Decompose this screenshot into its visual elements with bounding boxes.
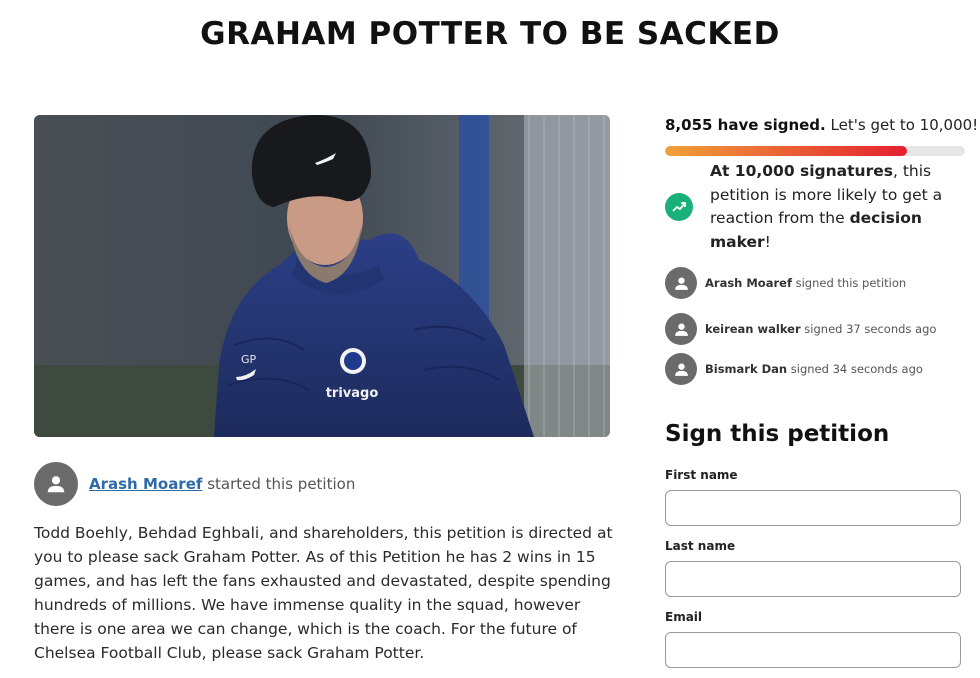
avatar xyxy=(665,353,697,385)
recent-signer: Bismark Dan signed 34 seconds ago xyxy=(665,353,975,385)
petition-description: Todd Boehly, Behdad Eghbali, and shareho… xyxy=(34,524,613,662)
trending-up-icon xyxy=(665,193,693,221)
goal-note: At 10,000 signatures, this petition is m… xyxy=(665,160,965,254)
last-name-input[interactable] xyxy=(665,561,961,597)
first-name-input[interactable] xyxy=(665,490,961,526)
jacket-sponsor: trivago xyxy=(326,386,379,401)
email-label: Email xyxy=(665,610,703,624)
signer-name: keirean walker xyxy=(705,322,801,336)
signer-name: Arash Moaref xyxy=(705,276,792,290)
goal-note-end: ! xyxy=(764,232,771,251)
petition-photo: GP trivago xyxy=(34,115,610,437)
email-input[interactable] xyxy=(665,632,961,668)
goal-note-strong: At 10,000 signatures xyxy=(710,162,893,180)
signer-action: signed this petition xyxy=(795,276,907,290)
starter-action: started this petition xyxy=(207,475,356,493)
starter-name-link[interactable]: Arash Moaref xyxy=(89,475,202,493)
person-icon xyxy=(674,276,688,290)
signer-name: Bismark Dan xyxy=(705,362,788,376)
last-name-label: Last name xyxy=(665,539,736,553)
sign-form-title: Sign this petition xyxy=(665,421,890,447)
person-icon xyxy=(674,362,688,376)
page-title: GRAHAM POTTER TO BE SACKED xyxy=(200,16,780,52)
avatar xyxy=(665,313,697,345)
signed-count-text: 8,055 have signed. xyxy=(665,116,826,134)
signer-action: signed 37 seconds ago xyxy=(804,322,937,336)
first-name-label: First name xyxy=(665,468,738,482)
progress-bar xyxy=(665,146,965,156)
avatar xyxy=(665,267,697,299)
progress-bar-fill xyxy=(665,146,907,156)
jacket-initials: GP xyxy=(241,353,257,366)
recent-signer: Arash Moaref signed this petition xyxy=(665,267,975,299)
signature-count: 8,055 have signed. Let's get to 10,000! xyxy=(665,116,978,134)
recent-signer: keirean walker signed 37 seconds ago xyxy=(665,313,975,345)
person-icon xyxy=(47,476,65,493)
petition-starter: Arash Moaref started this petition xyxy=(34,462,355,506)
person-icon xyxy=(674,322,688,336)
signer-action: signed 34 seconds ago xyxy=(790,362,923,376)
avatar xyxy=(34,462,78,506)
goal-text: Let's get to 10,000! xyxy=(830,116,979,134)
